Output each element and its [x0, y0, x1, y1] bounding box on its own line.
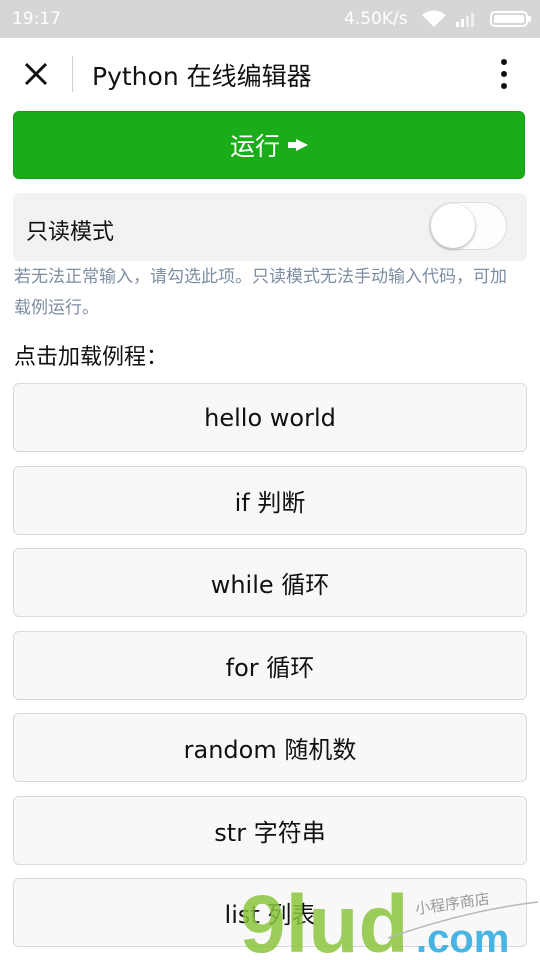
- run-button-label: 运行: [229, 132, 280, 161]
- readonly-hint: 若无法正常输入，请勾选此项。只读模式无法手动输入代码，可加载例运行。: [14, 267, 507, 318]
- example-button-hello-world[interactable]: hello world: [13, 383, 527, 452]
- example-button-while[interactable]: while 循环: [13, 548, 527, 617]
- battery-icon: [490, 11, 531, 27]
- status-network-speed: 4.50K/s: [344, 9, 408, 29]
- readonly-toggle[interactable]: [429, 202, 507, 250]
- readonly-label: 只读模式: [26, 220, 115, 245]
- wifi-icon: [422, 10, 446, 27]
- toggle-knob: [431, 204, 475, 248]
- signal-icon: [456, 13, 474, 27]
- examples-section-label: 点击加载例程：: [14, 345, 169, 370]
- nav-divider: [72, 56, 73, 92]
- nav-bar: Python 在线编辑器: [0, 38, 540, 110]
- more-vertical-icon[interactable]: [492, 56, 516, 92]
- play-arrow-icon: [288, 139, 308, 151]
- page-title: Python 在线编辑器: [92, 62, 312, 91]
- example-button-str[interactable]: str 字符串: [13, 796, 527, 865]
- status-time: 19:17: [12, 9, 61, 29]
- example-button-for[interactable]: for 循环: [13, 631, 527, 700]
- run-button[interactable]: 运行: [13, 111, 525, 179]
- close-icon[interactable]: [18, 56, 54, 92]
- status-bar: 19:17 4.50K/s: [0, 0, 540, 38]
- readonly-row: 只读模式: [13, 193, 527, 261]
- example-button-random[interactable]: random 随机数: [13, 713, 527, 782]
- example-button-list[interactable]: list 列表: [13, 878, 527, 947]
- example-button-if[interactable]: if 判断: [13, 466, 527, 535]
